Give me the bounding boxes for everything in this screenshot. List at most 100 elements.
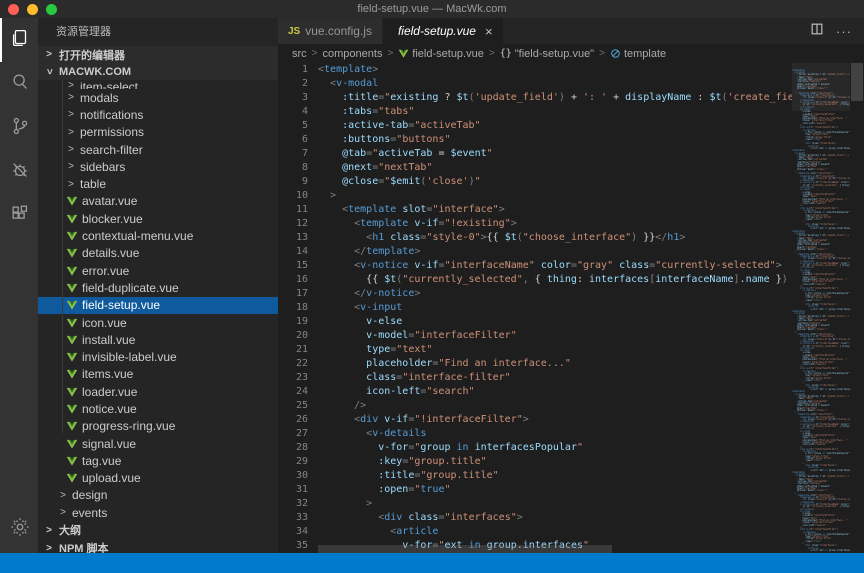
tree-folder-sidebars[interactable]: >sidebars [38, 158, 278, 175]
breadcrumb-item-4[interactable]: {}"field-setup.vue" [500, 48, 594, 60]
activity-debug-icon[interactable] [0, 150, 38, 194]
chevron-right-icon: > [42, 525, 56, 536]
chevron-right-icon: > [66, 144, 76, 155]
horizontal-scrollbar-thumb[interactable] [318, 545, 612, 553]
section-NPM 脚本[interactable]: >NPM 脚本 [38, 539, 278, 553]
tree-item-label: modals [80, 91, 119, 105]
vue-icon [66, 368, 78, 380]
tab-bar: JS vue.config.js field-setup.vue× ··· [278, 18, 864, 44]
vue-icon [66, 472, 78, 484]
tree-item-label: install.vue [82, 333, 135, 347]
chevron-right-icon: > [66, 161, 76, 172]
tree-file-field-setup.vue[interactable]: field-setup.vue [38, 297, 278, 314]
tree-file-upload.vue[interactable]: upload.vue [38, 470, 278, 487]
tree-item-label: permissions [80, 125, 144, 139]
tree-file-blocker.vue[interactable]: blocker.vue [38, 210, 278, 227]
vertical-scrollbar[interactable] [850, 63, 864, 553]
editor-body: 1234567891011121314151617181920212223242… [278, 63, 864, 553]
tree-item-label: icon.vue [82, 316, 127, 330]
tree-file-items.vue[interactable]: items.vue [38, 366, 278, 383]
breadcrumb-item-3[interactable]: field-setup.vue [398, 48, 484, 60]
tree-file-notice.vue[interactable]: notice.vue [38, 400, 278, 417]
code-line-33: <div class="interfaces"> [318, 511, 792, 525]
code-line-16: {{ $t("currently_selected", { thing: int… [318, 273, 792, 287]
activity-extensions-icon[interactable] [0, 194, 38, 238]
tree-folder-table[interactable]: >table [38, 175, 278, 192]
tab-label: vue.config.js [305, 24, 372, 38]
files-icon [9, 27, 31, 54]
ellipsis-icon[interactable]: ··· [836, 24, 852, 39]
tree-folder-search-filter[interactable]: >search-filter [38, 141, 278, 158]
open-editors-section[interactable]: > 打开的编辑器 [38, 46, 278, 63]
horizontal-scrollbar[interactable] [318, 545, 792, 553]
code-line-28: v-for="group in interfacesPopular" [318, 441, 792, 455]
tree-file-contextual-menu.vue[interactable]: contextual-menu.vue [38, 227, 278, 244]
tree-item-label: field-setup.vue [82, 298, 160, 312]
code-line-23: class="interface-filter" [318, 371, 792, 385]
breadcrumb-item-5[interactable]: template [610, 48, 666, 60]
tree-file-install.vue[interactable]: install.vue [38, 331, 278, 348]
tree-file-tag.vue[interactable]: tag.vue [38, 452, 278, 469]
activity-source-control-icon[interactable] [0, 106, 38, 150]
chevron-right-icon: > [58, 490, 68, 501]
section-大纲[interactable]: >大纲 [38, 521, 278, 539]
vue-icon [66, 438, 78, 450]
tree-folder-design[interactable]: >design [38, 487, 278, 504]
code-line-20: v-model="interfaceFilter" [318, 329, 792, 343]
chevron-right-icon: > [66, 109, 76, 120]
editor-group: JS vue.config.js field-setup.vue× ··· src >… [278, 18, 864, 553]
minimap-viewport [792, 63, 850, 111]
breadcrumb-label: "field-setup.vue" [515, 48, 594, 60]
code-line-5: :active-tab="activeTab" [318, 119, 792, 133]
gear-icon [9, 516, 31, 543]
tree-file-progress-ring.vue[interactable]: progress-ring.vue [38, 418, 278, 435]
tree-folder-permissions[interactable]: >permissions [38, 124, 278, 141]
minimap[interactable]: <template> <v-modal :title="existing ? $… [792, 63, 850, 553]
tree-item-label: table [80, 177, 106, 191]
vue-icon [398, 48, 409, 59]
tree-file-icon.vue[interactable]: icon.vue [38, 314, 278, 331]
tree-item-label: items.vue [82, 367, 133, 381]
js-icon: JS [288, 26, 300, 37]
chevron-down-icon: > [44, 65, 55, 79]
tree-file-avatar.vue[interactable]: avatar.vue [38, 193, 278, 210]
code-line-22: placeholder="Find an interface..." [318, 357, 792, 371]
code-line-11: <template slot="interface"> [318, 203, 792, 217]
activity-search-icon[interactable] [0, 62, 38, 106]
tree-item-label: details.vue [82, 246, 139, 260]
tree-folder-notifications[interactable]: >notifications [38, 106, 278, 123]
tree-file-loader.vue[interactable]: loader.vue [38, 383, 278, 400]
code-line-10: > [318, 189, 792, 203]
manage-gear-icon[interactable] [0, 507, 38, 551]
project-root-section[interactable]: > MACWK.COM [38, 63, 278, 80]
close-tab-icon[interactable]: × [485, 24, 493, 39]
code-line-9: @close="$emit('close')" [318, 175, 792, 189]
activity-files-icon[interactable] [0, 18, 38, 62]
breadcrumb-item-2[interactable]: components [323, 48, 383, 60]
vertical-scrollbar-thumb[interactable] [851, 63, 863, 101]
breadcrumb-item-1[interactable]: src [292, 48, 307, 60]
code-line-12: <template v-if="!existing"> [318, 217, 792, 231]
tab-field-setup.vue[interactable]: field-setup.vue× [383, 18, 504, 44]
tree-file-error.vue[interactable]: error.vue [38, 262, 278, 279]
debug-icon [9, 159, 31, 186]
chevron-right-icon: > [66, 92, 76, 103]
tree-folder-events[interactable]: >events [38, 504, 278, 521]
tree-file-invisible-label.vue[interactable]: invisible-label.vue [38, 348, 278, 365]
chevron-right-icon: > [66, 80, 76, 89]
braces-icon: {} [500, 48, 512, 59]
code-editor[interactable]: 1234567891011121314151617181920212223242… [278, 63, 792, 553]
tree-file-field-duplicate.vue[interactable]: field-duplicate.vue [38, 279, 278, 296]
code-line-8: @next="nextTab" [318, 161, 792, 175]
tree-item-label: tag.vue [82, 454, 121, 468]
tree-item-label: progress-ring.vue [82, 419, 175, 433]
tree-folder-modals[interactable]: > modals [38, 89, 278, 106]
tree-folder-item-select[interactable]: >item-select [38, 80, 278, 89]
split-editor-icon[interactable] [810, 22, 824, 41]
code-line-6: :buttons="buttons" [318, 133, 792, 147]
code-line-4: :tabs="tabs" [318, 105, 792, 119]
tab-vue.config.js[interactable]: JS vue.config.js [278, 18, 383, 44]
file-tree: >item-select>modals>notifications>permis… [38, 80, 278, 521]
tree-file-details.vue[interactable]: details.vue [38, 245, 278, 262]
tree-file-signal.vue[interactable]: signal.vue [38, 435, 278, 452]
